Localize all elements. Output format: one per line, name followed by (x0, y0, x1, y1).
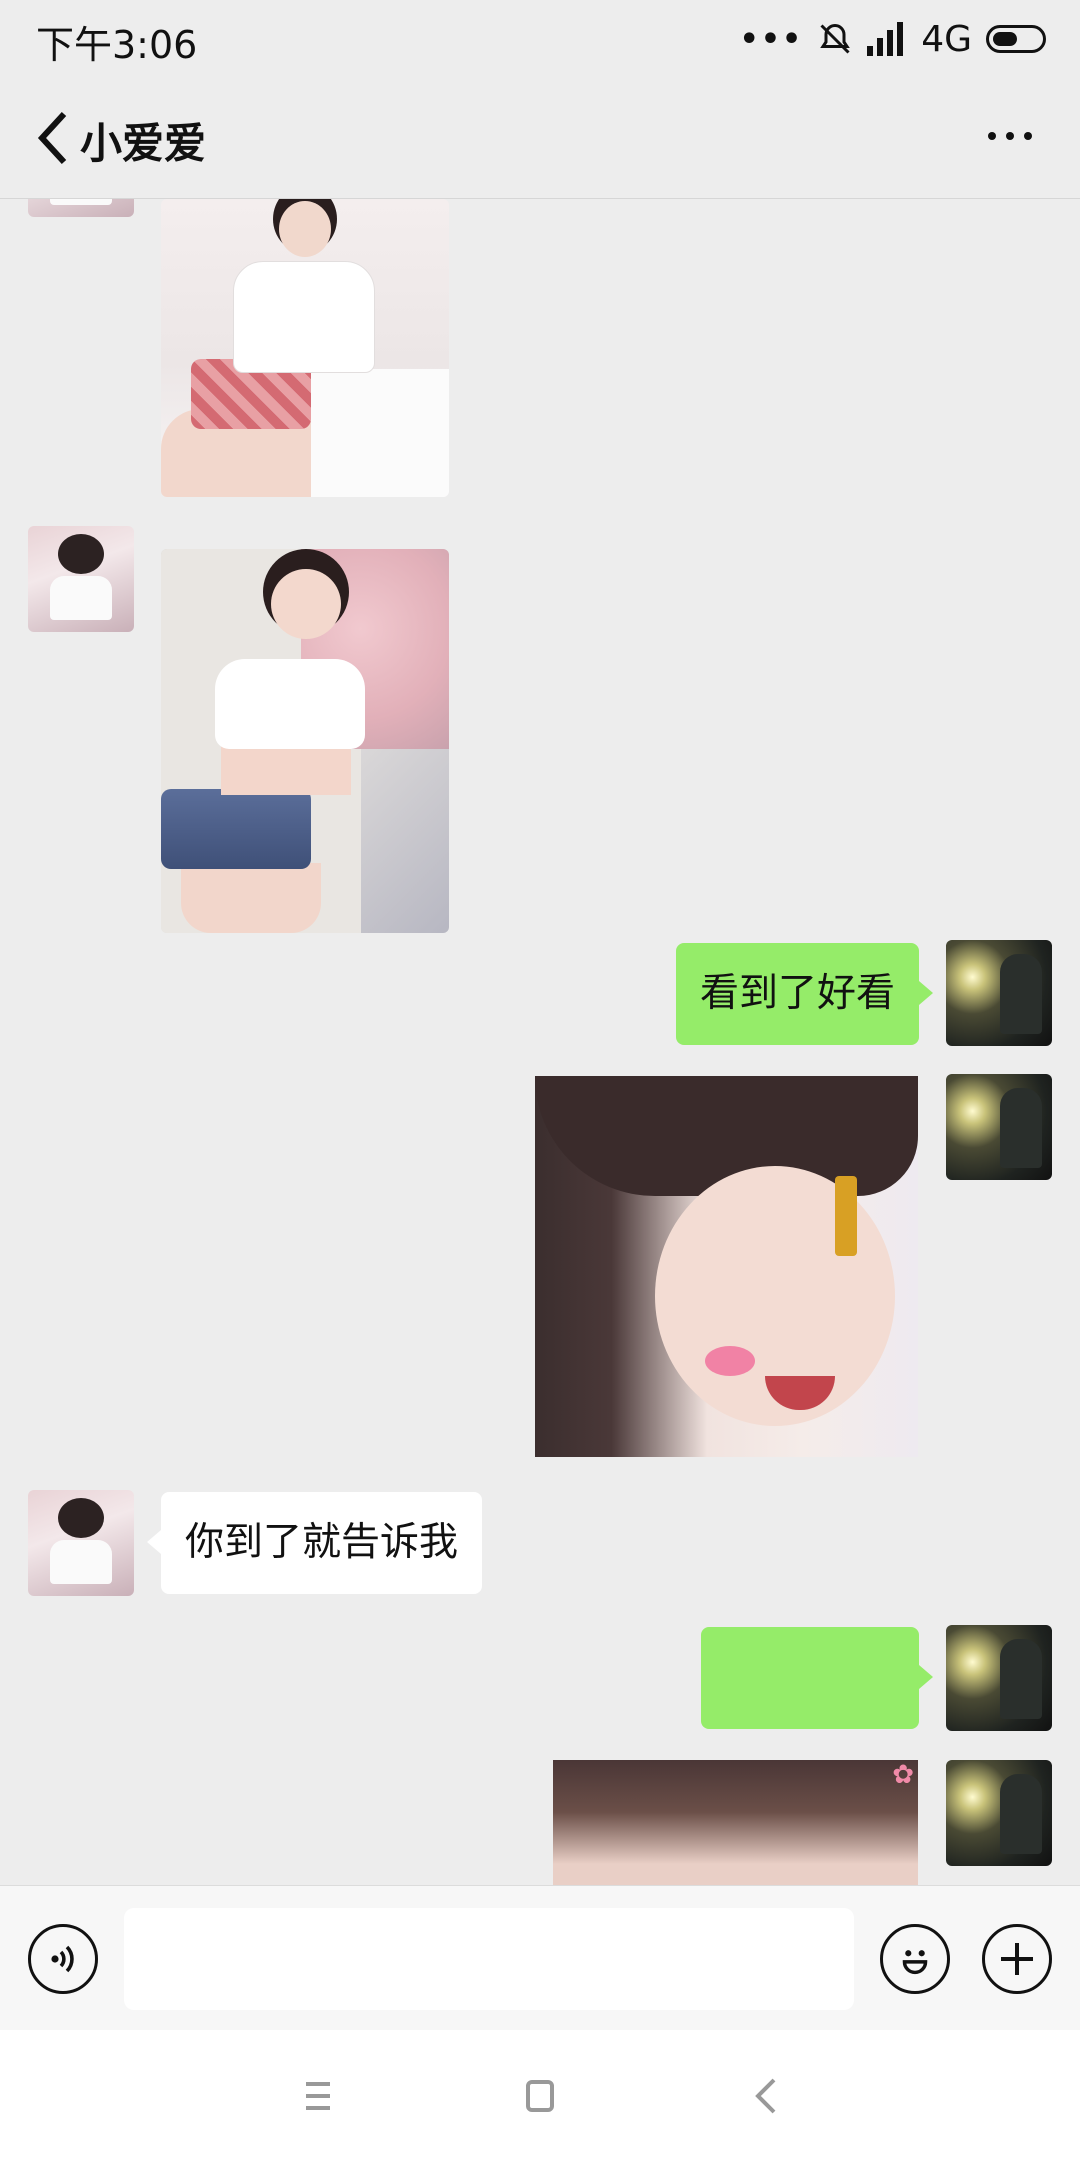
chat-header: 小爱爱 (0, 78, 1080, 199)
my-avatar[interactable] (946, 1074, 1052, 1180)
contact-text-bubble[interactable]: 你到了就告诉我 (146, 1492, 483, 1594)
status-bar: 下午3:06 ••• 4G (0, 0, 1080, 78)
system-back-button[interactable] (738, 2068, 798, 2124)
message-input[interactable] (124, 1908, 854, 2010)
battery-icon (986, 25, 1046, 53)
plus-icon (1001, 1943, 1033, 1975)
plus-button[interactable] (982, 1924, 1052, 1994)
home-button[interactable] (510, 2068, 570, 2124)
square-icon (526, 2080, 554, 2112)
status-icons: ••• 4G (740, 14, 1046, 64)
sticker-message[interactable] (535, 1076, 918, 1457)
notification-dots: ••• (739, 21, 804, 57)
network-type: 4G (921, 18, 972, 60)
menu-icon (306, 2082, 330, 2110)
status-time: 下午3:06 (36, 23, 198, 67)
my-avatar[interactable] (946, 1760, 1052, 1866)
contact-avatar[interactable] (28, 1490, 134, 1596)
flower-icon: ✿ (892, 1760, 914, 1790)
sticker-message[interactable]: ✿ (553, 1760, 918, 1885)
contact-avatar[interactable] (28, 526, 134, 632)
back-button[interactable] (34, 108, 84, 168)
voice-icon (51, 1945, 74, 1973)
bell-off-icon (820, 23, 850, 54)
voice-button[interactable] (28, 1924, 98, 1994)
contact-avatar[interactable] (28, 199, 134, 217)
chat-title: 小爱爱 (80, 119, 207, 168)
input-bar (0, 1885, 1080, 2031)
my-text-bubble[interactable] (701, 1627, 933, 1729)
image-message[interactable] (161, 549, 449, 933)
back-arrow-icon (755, 2078, 776, 2114)
my-avatar[interactable] (946, 940, 1052, 1046)
more-button[interactable] (980, 106, 1040, 166)
recent-apps-button[interactable] (288, 2068, 348, 2124)
chevron-left-icon (37, 111, 67, 165)
emoji-icon (902, 1950, 928, 1975)
message-list[interactable]: 看到了好看 你到了就告诉我 ✿ (0, 199, 1080, 1885)
image-message[interactable] (161, 199, 449, 497)
system-nav-bar (0, 2030, 1080, 2160)
my-avatar[interactable] (946, 1625, 1052, 1731)
emoji-button[interactable] (880, 1924, 950, 1994)
my-text-bubble[interactable]: 看到了好看 (675, 943, 934, 1045)
more-dots-icon (988, 132, 996, 140)
signal-icon (867, 22, 904, 56)
